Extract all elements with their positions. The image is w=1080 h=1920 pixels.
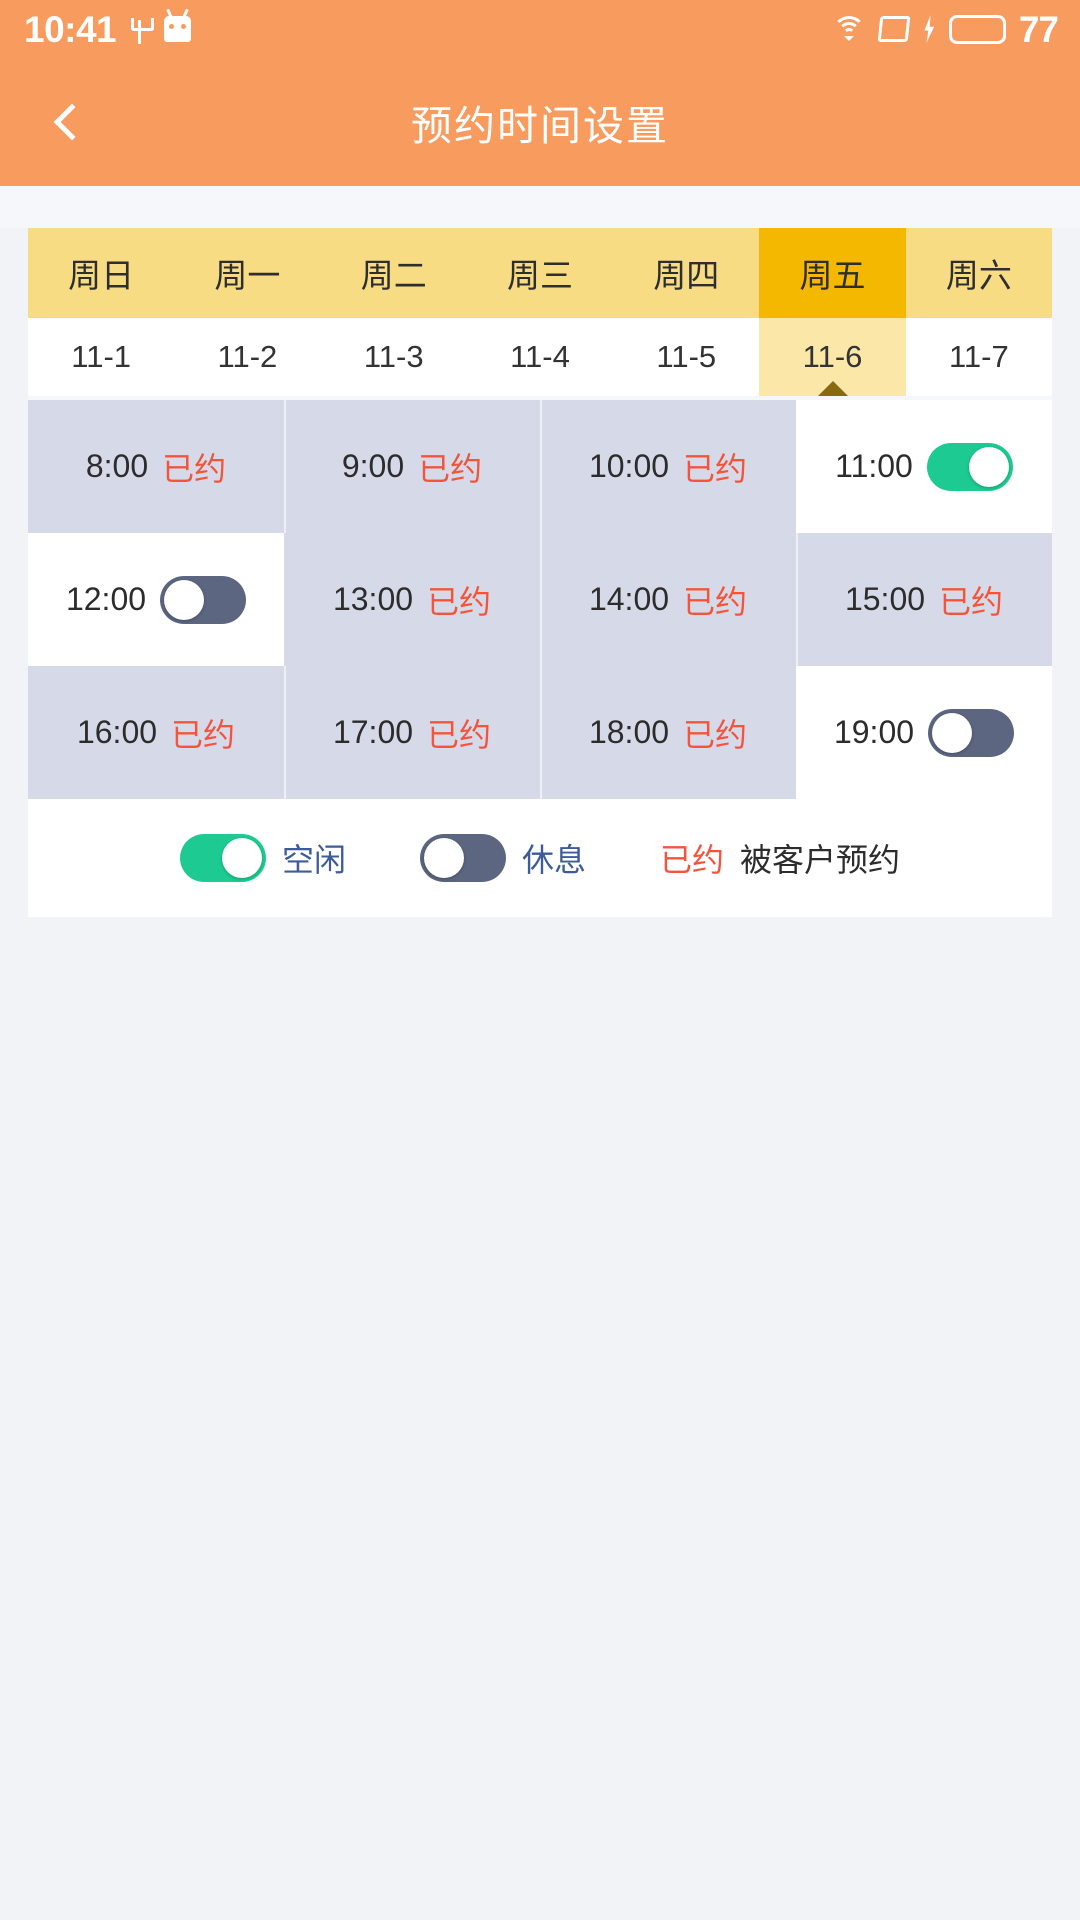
chevron-left-icon: [53, 103, 91, 141]
legend-item-booked: 已约 被客户预约: [660, 835, 900, 881]
time-slot[interactable]: 18:00 已约: [540, 666, 796, 799]
weekday-row: 周日 周一 周二 周三 周四 周五 周六: [28, 228, 1052, 318]
booked-badge: 已约: [418, 450, 483, 487]
top-gap: [0, 186, 1080, 228]
charging-bolt-icon: [924, 15, 935, 43]
legend-toggle-free: [179, 834, 266, 882]
wifi-icon: [832, 16, 866, 42]
booked-badge: 已约: [939, 583, 1004, 620]
legend-tag-booked: 已约: [660, 842, 725, 878]
time-slot-label: 16:00: [76, 714, 158, 750]
time-slot[interactable]: 15:00 已约: [796, 533, 1052, 666]
time-slot[interactable]: 12:00: [28, 533, 284, 666]
robot-icon: [164, 16, 192, 42]
date-cell[interactable]: 11-6: [759, 318, 906, 396]
weekday-cell[interactable]: 周六: [906, 228, 1052, 318]
time-slot-label: 13:00: [332, 581, 414, 617]
weekday-cell[interactable]: 周日: [28, 228, 174, 318]
weekday-cell[interactable]: 周五: [759, 228, 906, 318]
time-slot-label: 12:00: [65, 581, 147, 617]
time-slot[interactable]: 8:00 已约: [28, 400, 284, 533]
legend-label-free: 空闲: [281, 842, 346, 878]
schedule-card: 周日 周一 周二 周三 周四 周五 周六 11-1 11-2 11-3 11-4 11-5 11-6 1…: [28, 228, 1052, 917]
battery-icon: [948, 14, 1006, 44]
time-slot-row: 16:00 已约 17:00 已约 18:00 已约 19:00: [28, 666, 1052, 799]
time-slot-label: 19:00: [833, 714, 915, 750]
status-time: 10:41: [24, 8, 117, 50]
time-slot-label: 9:00: [341, 448, 405, 484]
status-bar-right: 77: [832, 8, 1059, 50]
time-slot-row: 8:00 已约 9:00 已约 10:00 已约 11:00: [28, 400, 1052, 533]
time-slot-label: 10:00: [588, 448, 670, 484]
legend-item-free: 空闲: [179, 834, 346, 882]
booked-badge: 已约: [171, 716, 236, 753]
legend: 空闲 休息 已约 被客户预约: [28, 799, 1052, 917]
legend-item-rest: 休息: [419, 834, 586, 882]
time-slot-label: 15:00: [844, 581, 926, 617]
time-slot[interactable]: 14:00 已约: [540, 533, 796, 666]
app-bar: 预约时间设置: [0, 58, 1080, 186]
toggle-knob: [932, 712, 973, 753]
time-slot[interactable]: 11:00: [796, 400, 1052, 533]
time-slot[interactable]: 13:00 已约: [284, 533, 540, 666]
sim-card-icon: [877, 16, 911, 42]
legend-label-rest: 休息: [521, 842, 586, 878]
date-cell[interactable]: 11-3: [321, 318, 467, 396]
toggle-knob: [164, 579, 205, 620]
time-slot-row: 12:00 13:00 已约 14:00 已约 15:00 已约: [28, 533, 1052, 666]
date-cell[interactable]: 11-2: [174, 318, 320, 396]
date-cell[interactable]: 11-4: [467, 318, 613, 396]
slot-toggle[interactable]: [928, 708, 1015, 757]
time-slot[interactable]: 16:00 已约: [28, 666, 284, 799]
booked-badge: 已约: [427, 716, 492, 753]
back-button[interactable]: [28, 82, 108, 162]
time-slot-label: 18:00: [588, 714, 670, 750]
date-cell[interactable]: 11-1: [28, 318, 174, 396]
status-bar: 10:41 77: [0, 0, 1080, 58]
weekday-cell[interactable]: 周一: [174, 228, 320, 318]
legend-toggle-rest: [419, 834, 506, 882]
time-slot-label: 17:00: [332, 714, 414, 750]
time-slot[interactable]: 9:00 已约: [284, 400, 540, 533]
status-bar-left: 10:41: [24, 8, 192, 50]
usb-icon: [130, 14, 155, 44]
date-row: 11-1 11-2 11-3 11-4 11-5 11-6 11-7: [28, 318, 1052, 396]
time-slot[interactable]: 19:00: [796, 666, 1052, 799]
booked-badge: 已约: [683, 716, 748, 753]
booked-badge: 已约: [683, 583, 748, 620]
booked-badge: 已约: [427, 583, 492, 620]
date-cell[interactable]: 11-5: [613, 318, 759, 396]
booked-badge: 已约: [162, 450, 227, 487]
legend-desc-booked: 被客户预约: [740, 842, 901, 878]
booked-badge: 已约: [683, 450, 748, 487]
time-slot[interactable]: 17:00 已约: [284, 666, 540, 799]
time-slot-label: 11:00: [835, 448, 913, 484]
time-slot-label: 14:00: [588, 581, 670, 617]
toggle-knob: [968, 446, 1009, 487]
time-slot-grid: 8:00 已约 9:00 已约 10:00 已约 11:00 12:00 13:00 已约 14:0…: [28, 400, 1052, 799]
weekday-cell[interactable]: 周三: [467, 228, 613, 318]
slot-toggle[interactable]: [926, 442, 1013, 491]
slot-toggle[interactable]: [160, 575, 247, 624]
time-slot-label: 8:00: [85, 448, 149, 484]
battery-percent: 77: [1018, 8, 1059, 50]
weekday-cell[interactable]: 周二: [321, 228, 467, 318]
page-title: 预约时间设置: [411, 103, 669, 149]
weekday-cell[interactable]: 周四: [613, 228, 759, 318]
date-cell[interactable]: 11-7: [906, 318, 1052, 396]
time-slot[interactable]: 10:00 已约: [540, 400, 796, 533]
